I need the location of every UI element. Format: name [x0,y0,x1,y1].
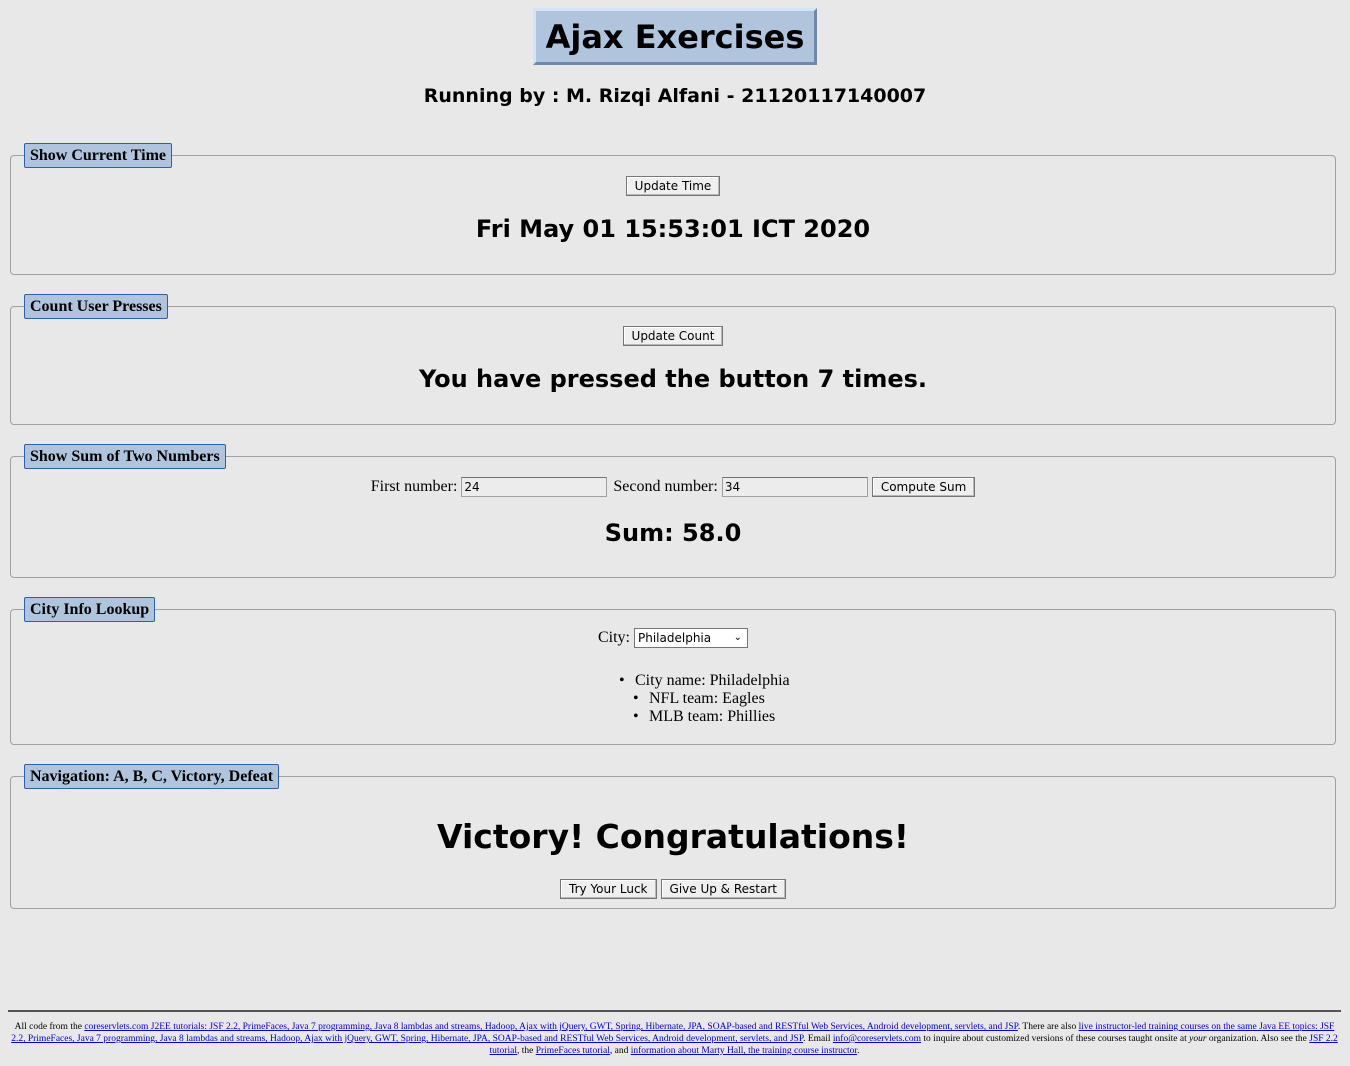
sum-result: Sum: 58.0 [604,519,742,547]
update-time-button[interactable]: Update Time [625,176,721,196]
sum-panel: Show Sum of Two Numbers First number: 24… [10,444,1336,578]
current-time-result: Fri May 01 15:53:01 ICT 2020 [475,215,871,243]
press-count-result: You have pressed the button 7 times. [418,365,928,393]
second-number-input[interactable]: 34 [721,477,868,497]
footer-text: All code from the [14,1022,85,1032]
city-panel-legend: City Info Lookup [24,597,156,622]
page-title: Ajax Exercises [532,8,818,65]
primefaces-tutorial-link[interactable]: PrimeFaces tutorial [536,1046,610,1056]
time-panel-legend: Show Current Time [24,143,173,168]
try-your-luck-button[interactable]: Try Your Luck [560,879,657,899]
count-panel: Count User Presses Update Count You have… [10,294,1336,425]
sum-panel-legend: Show Sum of Two Numbers [24,444,226,469]
city-panel: City Info Lookup City: Philadelphia ⌄ Ci… [10,597,1336,745]
second-number-label: Second number: [613,478,718,495]
tutorials-link[interactable]: coreservlets.com J2EE tutorials: JSF 2.2… [84,1022,1018,1032]
email-link[interactable]: info@coreservlets.com [833,1034,921,1044]
count-panel-legend: Count User Presses [24,294,168,319]
compute-sum-button[interactable]: Compute Sum [871,477,976,497]
first-number-label: First number: [370,478,458,495]
page-subtitle: Running by : M. Rizqi Alfani - 211201171… [423,85,927,107]
footer: All code from the coreservlets.com J2EE … [8,1021,1341,1057]
time-panel: Show Current Time Update Time Fri May 01… [10,143,1336,275]
chevron-down-icon: ⌄ [733,632,742,643]
city-label: City: [597,629,630,646]
navigation-panel-legend: Navigation: A, B, C, Victory, Defeat [24,764,280,789]
footer-text: . There are also [1017,1022,1079,1032]
city-name-item: City name: Philadelphia [617,672,790,690]
give-up-restart-button[interactable]: Give Up & Restart [660,879,786,899]
footer-text: . Email [803,1034,833,1044]
navigation-panel: Navigation: A, B, C, Victory, Defeat Vic… [10,764,1336,909]
update-count-button[interactable]: Update Count [622,326,724,346]
mlb-team-item: MLB team: Phillies [631,708,790,726]
footer-text: , the [516,1046,536,1056]
footer-divider [8,1010,1341,1012]
city-select[interactable]: Philadelphia ⌄ [634,628,748,648]
marty-hall-info-link[interactable]: information about Marty Hall, the traini… [631,1046,857,1056]
footer-text: organization. Also see the [1206,1034,1310,1044]
city-select-row: City: Philadelphia ⌄ [11,628,1335,648]
footer-emphasis: your [1189,1034,1207,1044]
footer-text: to inquire about customized versions of … [921,1034,1190,1044]
page-header: Ajax Exercises [0,8,1350,65]
sum-form-row: First number: 24 Second number: 34 Compu… [11,477,1335,497]
first-number-input[interactable]: 24 [461,477,608,497]
nfl-team-item: NFL team: Eagles [631,690,790,708]
footer-text: . [857,1046,860,1056]
navigation-buttons: Try Your Luck Give Up & Restart [11,879,1335,899]
navigation-result: Victory! Congratulations! [437,817,909,856]
footer-text: , and [609,1046,631,1056]
city-select-value: Philadelphia [638,631,712,645]
city-info-list: City name: Philadelphia NFL team: Eagles… [617,672,790,726]
